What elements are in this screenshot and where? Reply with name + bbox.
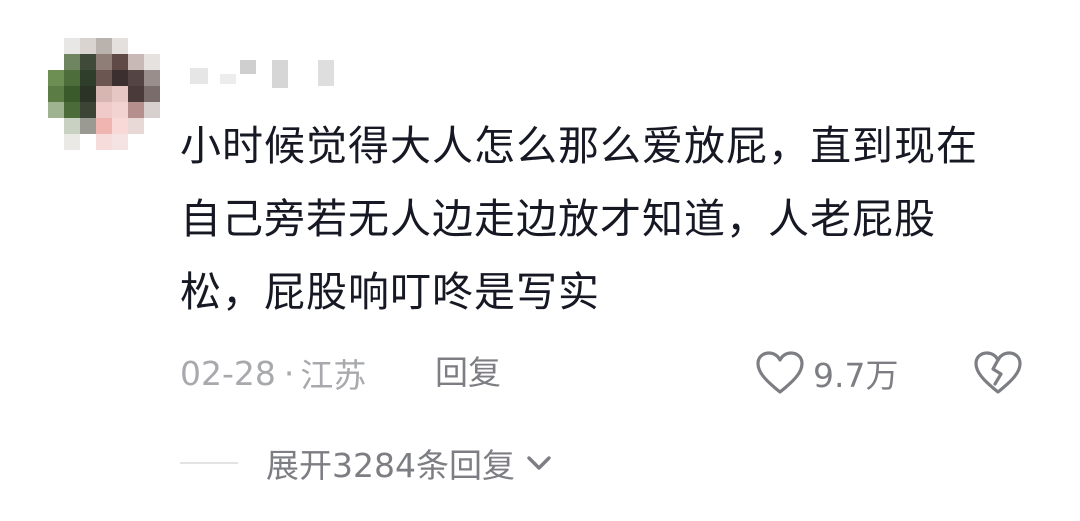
broken-heart-icon — [974, 351, 1022, 394]
username-redacted[interactable] — [190, 58, 340, 92]
comment-item: 小时候觉得大人怎么那么爱放屁，直到现在自己旁若无人边走边放才知道，人老屁股松，屁… — [0, 0, 1080, 521]
comment-date: 02-28 — [180, 353, 276, 393]
like-count: 9.7万 — [813, 356, 899, 395]
meta-separator: · — [283, 353, 295, 393]
chevron-down-icon — [527, 456, 551, 470]
expand-replies-label: 展开3284条回复 — [266, 446, 515, 485]
heart-outline-icon — [756, 351, 804, 394]
reply-button[interactable]: 回复 — [435, 348, 501, 398]
comment-location: 江苏 — [300, 356, 367, 395]
like-button[interactable]: 9.7万 — [755, 347, 898, 399]
comment-text: 小时候觉得大人怎么那么爱放屁，直到现在自己旁若无人边走边放才知道，人老屁股松，屁… — [180, 122, 978, 316]
expand-replies-button[interactable]: 展开3284条回复 — [180, 438, 555, 488]
comment-meta: 02-28 · 江苏 — [180, 348, 366, 398]
avatar[interactable] — [48, 38, 160, 156]
divider-line — [180, 462, 238, 464]
dislike-button[interactable] — [972, 347, 1024, 399]
